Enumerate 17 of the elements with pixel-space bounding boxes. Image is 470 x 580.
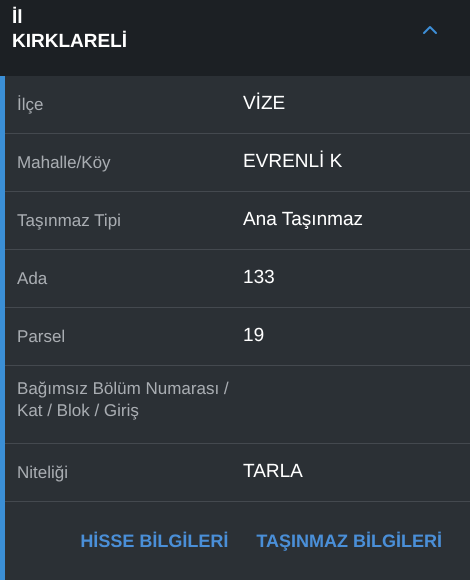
field-label: Bağımsız Bölüm Numarası / Kat / Blok / Giriş (17, 378, 230, 422)
field-label: Mahalle/Köy (17, 152, 112, 174)
field-value: TARLA (243, 460, 303, 484)
field-value: EVRENLİ K (243, 150, 342, 174)
field-value: 19 (243, 324, 264, 348)
info-button[interactable]: HİSSE BİLGİLERİ (80, 528, 228, 554)
header-value: KIRKLARELİ (12, 30, 128, 54)
field-label: Niteliği (17, 462, 70, 484)
field-value: VİZE (243, 92, 286, 116)
header-label: İl (12, 6, 24, 30)
field-value: 133 (243, 266, 275, 290)
field-label: Ada (17, 268, 48, 290)
field-value: Ana Taşınmaz (243, 208, 364, 232)
field-label: Taşınmaz Tipi (17, 210, 122, 232)
info-button[interactable]: TAŞINMAZ BİLGİLERİ (256, 528, 442, 554)
field-label: İlçe (17, 94, 44, 116)
field-label: Parsel (17, 326, 66, 348)
